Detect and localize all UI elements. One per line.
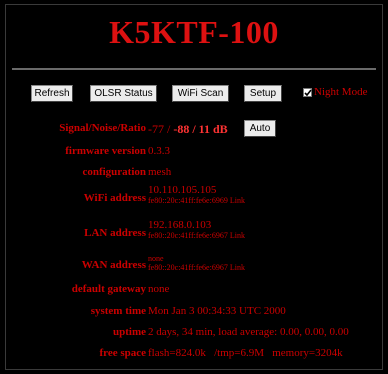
night-mode-label: Night Mode	[314, 86, 368, 98]
night-mode-checkbox[interactable]	[303, 88, 312, 97]
configuration-value: mesh	[148, 166, 172, 178]
lan-address-label: LAN address	[84, 227, 146, 239]
wifi-ipv6: fe80::20c:41ff:fe6e:6969 Link	[148, 196, 245, 205]
system-time-label: system time	[90, 305, 146, 317]
signal-label: Signal/Noise/Ratio	[59, 122, 146, 134]
firmware-value: 0.3.3	[148, 145, 170, 157]
lan-address-row: LAN address 192.168.0.103 fe80::20c:41ff…	[0, 219, 388, 240]
system-time-row: system time Mon Jan 3 00:34:33 UTC 2000	[0, 305, 388, 319]
gateway-label: default gateway	[71, 283, 146, 295]
configuration-label: configuration	[82, 166, 146, 178]
gateway-value: none	[148, 283, 170, 295]
node-title: K5KTF-100	[109, 14, 279, 50]
signal-value: -77 / -88 / 11 dB	[148, 122, 228, 137]
free-space-value: flash=824.0k /tmp=6.9M memory=3204k	[148, 347, 343, 359]
checkmark-icon	[304, 89, 312, 97]
auto-button[interactable]: Auto	[244, 120, 276, 137]
lan-ip: 192.168.0.103	[148, 219, 212, 231]
refresh-button[interactable]: Refresh	[31, 85, 73, 102]
firmware-label: firmware version	[65, 145, 146, 157]
wan-address-label: WAN address	[81, 259, 146, 271]
gateway-row: default gateway none	[0, 283, 388, 297]
wifi-address-row: WiFi address 10.110.105.105 fe80::20c:41…	[0, 184, 388, 205]
divider	[12, 68, 376, 70]
signal-row: Signal/Noise/Ratio -77 / -88 / 11 dB	[0, 122, 388, 136]
lan-ipv6: fe80::20c:41ff:fe6e:6967 Link	[148, 231, 245, 240]
configuration-row: configuration mesh	[0, 166, 388, 180]
wifi-address-label: WiFi address	[83, 192, 146, 204]
free-space-row: free space flash=824.0k /tmp=6.9M memory…	[0, 347, 388, 361]
snr-value: -88 / 11 dB	[173, 122, 228, 136]
olsr-status-button[interactable]: OLSR Status	[90, 85, 157, 102]
uptime-value: 2 days, 34 min, load average: 0.00, 0.00…	[148, 326, 349, 338]
setup-button[interactable]: Setup	[244, 85, 282, 102]
free-space-label: free space	[99, 347, 146, 359]
wan-ipv6: fe80::20c:41ff:fe6e:6967 Link	[148, 263, 245, 272]
wifi-ip: 10.110.105.105	[148, 184, 217, 196]
uptime-row: uptime 2 days, 34 min, load average: 0.0…	[0, 326, 388, 340]
uptime-label: uptime	[113, 326, 146, 338]
system-time-value: Mon Jan 3 00:34:33 UTC 2000	[148, 305, 286, 317]
wan-address-row: WAN address none fe80::20c:41ff:fe6e:696…	[0, 254, 388, 272]
firmware-row: firmware version 0.3.3	[0, 145, 388, 159]
signal-prefix: -77 /	[148, 122, 174, 136]
wifi-scan-button[interactable]: WiFi Scan	[172, 85, 229, 102]
